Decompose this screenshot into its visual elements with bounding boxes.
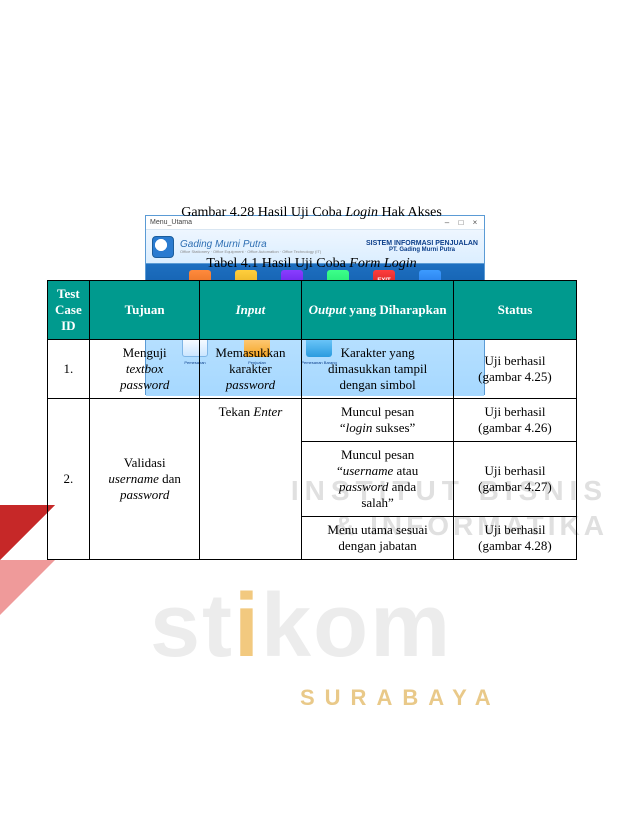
th-tujuan: Tujuan xyxy=(90,281,200,340)
cell-output: Karakter yang dimasukkan tampil dengan s… xyxy=(301,340,454,399)
cell-id: 2. xyxy=(47,399,90,560)
test-case-table: Test Case ID Tujuan Input Output yang Di… xyxy=(47,280,577,560)
table-row: 2. Validasi username dan password Tekan … xyxy=(47,399,576,442)
cell-status: Uji berhasil (gambar 4.28) xyxy=(454,517,576,560)
th-output: Output yang Diharapkan xyxy=(301,281,454,340)
cell-input: Tekan Enter xyxy=(200,399,302,560)
cell-output: Muncul pesan “username atau password and… xyxy=(301,442,454,517)
cell-tujuan: Validasi username dan password xyxy=(90,399,200,560)
company-logo-icon xyxy=(152,236,174,258)
cell-input: Memasukkan karakter password xyxy=(200,340,302,399)
cell-tujuan: Menguji textbox password xyxy=(90,340,200,399)
th-test-case-id: Test Case ID xyxy=(47,281,90,340)
table-caption: Tabel 4.1 Hasil Uji Coba Form Login xyxy=(0,256,623,272)
table-header-row: Test Case ID Tujuan Input Output yang Di… xyxy=(47,281,576,340)
cell-id: 1. xyxy=(47,340,90,399)
th-status: Status xyxy=(454,281,576,340)
th-input: Input xyxy=(200,281,302,340)
cell-output: Muncul pesan “login sukses” xyxy=(301,399,454,442)
watermark-brand: stikom xyxy=(150,575,452,678)
figure-caption: Gambar 4.28 Hasil Uji Coba Login Hak Aks… xyxy=(0,205,623,221)
cell-status: Uji berhasil (gambar 4.26) xyxy=(454,399,576,442)
system-title: SISTEM INFORMASI PENJUALAN PT. Gading Mu… xyxy=(366,240,478,253)
brand-text: Gading Murni Putra Office Stationery · O… xyxy=(180,240,321,254)
cell-status: Uji berhasil (gambar 4.25) xyxy=(454,340,576,399)
watermark-subtext: SURABAYA xyxy=(300,685,501,711)
table-row: 1. Menguji textbox password Memasukkan k… xyxy=(47,340,576,399)
cell-status: Uji berhasil (gambar 4.27) xyxy=(454,442,576,517)
cell-output: Menu utama sesuai dengan jabatan xyxy=(301,517,454,560)
